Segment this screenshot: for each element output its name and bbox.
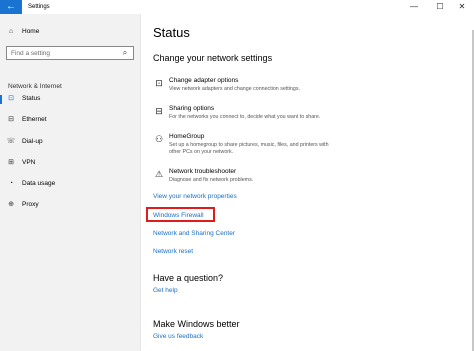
search-icon[interactable]: ⌕ [120, 47, 130, 59]
main-content: Status Change your network settings ⊡ Ch… [141, 14, 474, 351]
sidebar-item-label: Home [22, 28, 40, 35]
sidebar-item-proxy[interactable]: ⊕ Proxy [0, 198, 141, 212]
section-subtitle: Change your network settings [153, 53, 273, 63]
active-indicator [0, 95, 2, 104]
sidebar-item-home[interactable]: ⌂ Home [0, 25, 141, 39]
status-icon: ⊡ [8, 95, 14, 102]
sidebar-item-label: Data usage [22, 180, 56, 187]
windows-firewall-link[interactable]: Windows Firewall [153, 211, 204, 220]
sidebar-item-label: VPN [22, 159, 36, 166]
back-arrow-icon: ← [6, 1, 16, 12]
data-usage-icon: ◔ [8, 180, 14, 187]
network-reset-link[interactable]: Network reset [153, 247, 193, 256]
dialup-icon: ☏ [6, 138, 16, 145]
sidebar-item-label: Dial-up [22, 138, 43, 145]
sidebar-item-dialup[interactable]: ☏ Dial-up [0, 135, 141, 149]
option-description: Set up a homegroup to share pictures, mu… [169, 142, 329, 155]
network-sharing-center-link[interactable]: Network and Sharing Center [153, 229, 235, 238]
view-network-properties-link[interactable]: View your network properties [153, 192, 237, 201]
feedback-heading: Make Windows better [153, 319, 240, 329]
window-title: Settings [28, 4, 50, 10]
option-title: Sharing options [169, 105, 215, 112]
search-box[interactable]: ⌕ [6, 46, 134, 60]
back-button[interactable]: ← [0, 0, 22, 14]
give-feedback-link[interactable]: Give us feedback [153, 332, 203, 341]
option-title: Change adapter options [169, 77, 239, 84]
home-icon: ⌂ [8, 28, 14, 35]
title-bar: ← Settings — ☐ ✕ [0, 0, 474, 14]
option-description: Diagnose and fix network problems. [169, 177, 254, 183]
get-help-link[interactable]: Get help [153, 286, 178, 295]
close-icon: ✕ [458, 2, 466, 11]
troubleshooter-icon: ⚠ [154, 169, 164, 179]
sidebar-item-ethernet[interactable]: ⊟ Ethernet [0, 113, 141, 127]
sidebar: ⌂ Home ⌕ Network & Internet ⊡ Status ⊟ E… [0, 14, 141, 351]
maximize-icon: ☐ [436, 2, 444, 11]
sidebar-item-vpn[interactable]: ⊞ VPN [0, 156, 141, 170]
question-heading: Have a question? [153, 273, 224, 283]
option-title: Network troubleshooter [169, 168, 237, 175]
sharing-icon: ⊟ [155, 106, 163, 116]
maximize-button[interactable]: ☐ [428, 0, 452, 14]
sidebar-item-data-usage[interactable]: ◔ Data usage [0, 177, 141, 191]
sidebar-item-label: Proxy [22, 201, 39, 208]
proxy-icon: ⊕ [8, 201, 14, 208]
homegroup-icon: ⚇ [154, 134, 164, 144]
sidebar-item-label: Ethernet [22, 116, 47, 123]
minimize-button[interactable]: — [402, 0, 426, 14]
option-description: View network adapters and change connect… [169, 86, 300, 92]
close-button[interactable]: ✕ [450, 0, 474, 14]
option-description: For the networks you connect to, decide … [169, 114, 321, 120]
adapter-icon: ⊡ [155, 78, 163, 88]
ethernet-icon: ⊟ [8, 116, 14, 123]
sidebar-item-label: Status [22, 95, 41, 102]
sidebar-item-status[interactable]: ⊡ Status [0, 92, 141, 106]
minimize-icon: — [410, 2, 418, 11]
option-title: HomeGroup [169, 133, 205, 140]
search-input[interactable] [7, 47, 119, 59]
page-title: Status [153, 25, 190, 40]
vpn-icon: ⊞ [8, 159, 14, 166]
section-heading: Network & Internet [8, 83, 62, 90]
